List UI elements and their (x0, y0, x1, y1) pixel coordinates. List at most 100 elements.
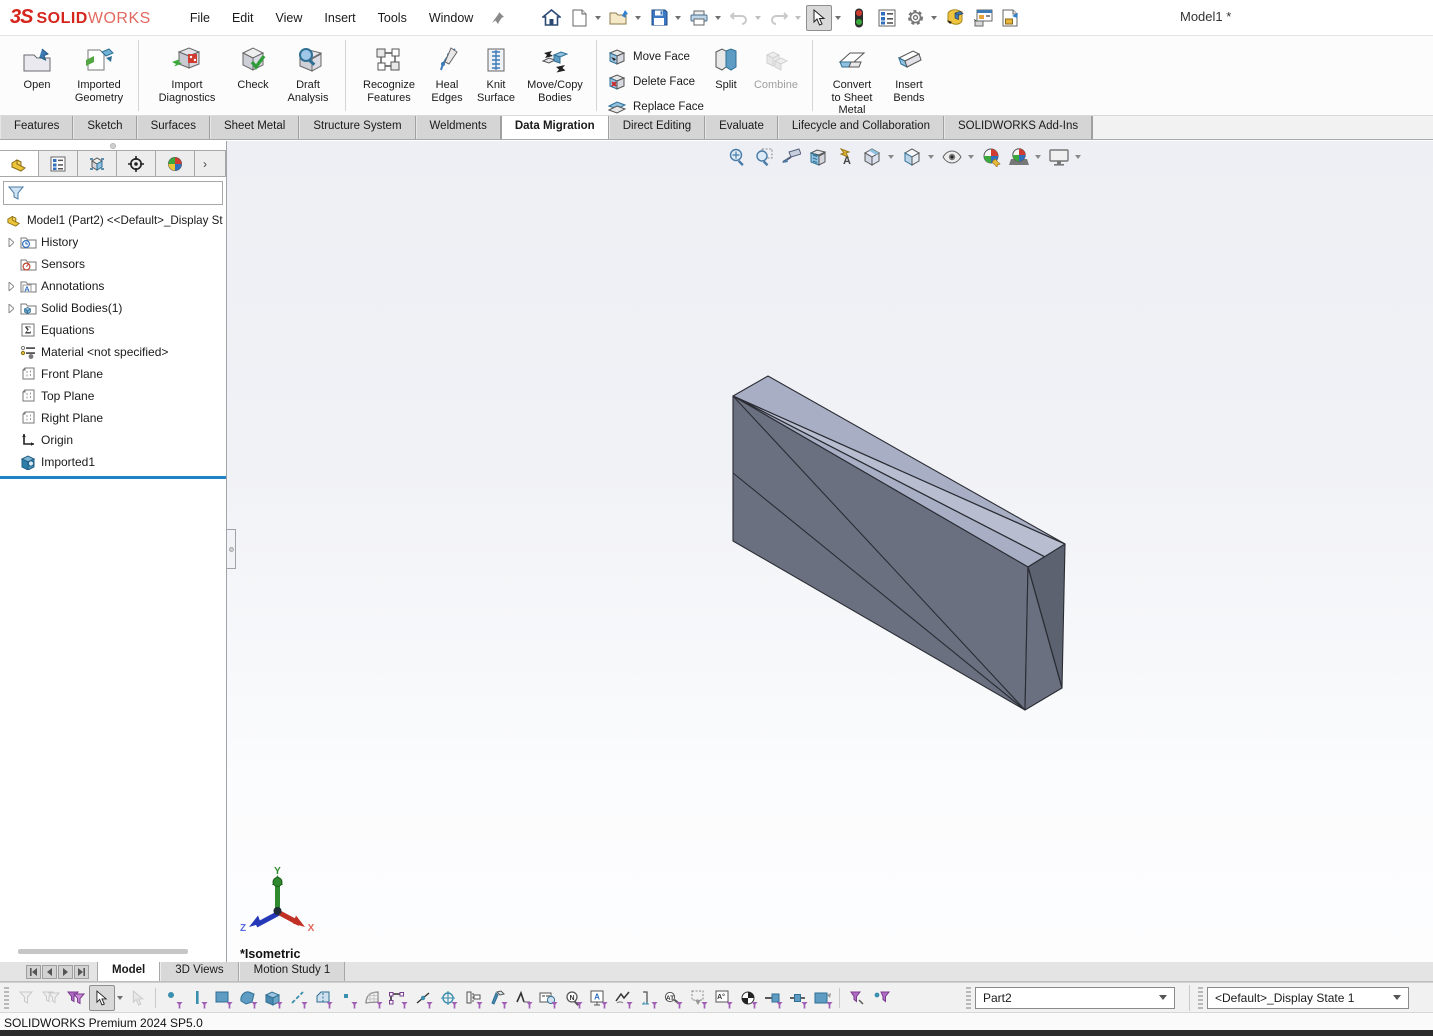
save-caret[interactable] (675, 16, 681, 20)
open-caret[interactable] (635, 16, 641, 20)
next-tab-button[interactable] (58, 965, 73, 979)
menu-edit[interactable]: Edit (221, 7, 265, 29)
first-tab-button[interactable] (26, 965, 41, 979)
filter-dowel-pins-icon[interactable] (810, 986, 835, 1010)
display-style-icon[interactable] (900, 145, 924, 169)
tab-evaluate[interactable]: Evaluate (705, 116, 778, 139)
tab-lifecycle-collaboration[interactable]: Lifecycle and Collaboration (778, 116, 944, 139)
home-icon[interactable] (538, 5, 564, 31)
imported-geometry-button[interactable]: Imported Geometry (68, 40, 130, 104)
rollback-bar[interactable] (0, 476, 226, 479)
publish-document-icon[interactable] (998, 5, 1024, 31)
dimxpertmanager-tab[interactable] (156, 151, 195, 176)
move-copy-bodies-button[interactable]: Move/Copy Bodies (522, 40, 588, 104)
hide-show-caret[interactable] (968, 155, 974, 159)
expand-arrow-icon[interactable] (4, 282, 18, 291)
print-icon[interactable] (686, 5, 712, 31)
filter-consumed-icon[interactable] (869, 986, 894, 1010)
panel-horizontal-scrollbar[interactable] (0, 947, 226, 956)
menu-tools[interactable]: Tools (367, 7, 418, 29)
tree-item-imported1[interactable]: Imported1 (0, 451, 226, 473)
apply-scene-caret[interactable] (1035, 155, 1041, 159)
tree-item-top-plane[interactable]: Top Plane (0, 385, 226, 407)
panel-splitter-handle[interactable] (0, 141, 226, 150)
hide-show-items-icon[interactable] (940, 145, 964, 169)
menu-file[interactable]: File (179, 7, 221, 29)
select-cursor-caret[interactable] (835, 16, 841, 20)
section-view-icon[interactable] (806, 145, 830, 169)
snapshot-3d-icon[interactable] (942, 5, 968, 31)
view-settings-caret[interactable] (1075, 155, 1081, 159)
tree-item-history[interactable]: History (0, 231, 226, 253)
last-tab-button[interactable] (74, 965, 89, 979)
import-diagnostics-button[interactable]: Import Diagnostics (147, 40, 227, 104)
tab-data-migration[interactable]: Data Migration (501, 116, 609, 139)
filter-hide-all-types-icon[interactable] (844, 986, 869, 1010)
filter-toggle-icon[interactable] (63, 986, 88, 1010)
apply-scene-icon[interactable] (1007, 145, 1031, 169)
filter-solid-bodies-icon[interactable] (260, 986, 285, 1010)
knit-surface-button[interactable]: Knit Surface (470, 40, 522, 104)
menu-insert[interactable]: Insert (313, 7, 366, 29)
menu-window[interactable]: Window (418, 7, 484, 29)
recognize-features-button[interactable]: Recognize Features (354, 40, 424, 104)
display-state-dropdown[interactable]: <Default>_Display State 1 (1207, 987, 1409, 1009)
open-folder-icon[interactable] (606, 5, 632, 31)
rebuild-traffic-light-icon[interactable] (846, 5, 872, 31)
propertymanager-tab[interactable] (39, 151, 78, 176)
filter-clear-icon[interactable] (13, 986, 38, 1010)
filter-edges-icon[interactable] (185, 986, 210, 1010)
pack-and-go-icon[interactable] (970, 5, 996, 31)
menu-view[interactable]: View (265, 7, 314, 29)
filter-hatch-icon[interactable] (685, 986, 710, 1010)
filter-routing-points-icon[interactable] (785, 986, 810, 1010)
filter-midpoints-icon[interactable] (410, 986, 435, 1010)
tab-solidworks-addins[interactable]: SOLIDWORKS Add-Ins (944, 116, 1092, 139)
print-caret[interactable] (715, 16, 721, 20)
tree-item-origin[interactable]: Origin (0, 429, 226, 451)
combo-grip-2[interactable] (1198, 987, 1203, 1009)
filter-sketch-segments-icon[interactable] (385, 986, 410, 1010)
delete-face-button[interactable]: Delete Face (605, 69, 704, 94)
lasso-select-icon[interactable] (126, 986, 151, 1010)
filter-multiple-icon[interactable] (38, 986, 63, 1010)
model-3d-body[interactable] (697, 353, 1077, 723)
tab-weldments[interactable]: Weldments (416, 116, 501, 139)
filter-blocks-icon[interactable] (735, 986, 760, 1010)
pin-menu-icon[interactable] (490, 10, 510, 26)
filter-sketch-grid-icon[interactable] (360, 986, 385, 1010)
tree-root[interactable]: Model1 (Part2) <<Default>_Display St (0, 209, 226, 231)
filter-notes-icon[interactable] (485, 986, 510, 1010)
filter-surface-bodies-icon[interactable] (235, 986, 260, 1010)
convert-to-sheet-metal-button[interactable]: Convert to Sheet Metal (821, 40, 883, 117)
tree-item-material[interactable]: Material <not specified> (0, 341, 226, 363)
draft-analysis-button[interactable]: Draft Analysis (279, 40, 337, 104)
filter-center-marks-icon[interactable] (435, 986, 460, 1010)
save-icon[interactable] (646, 5, 672, 31)
filter-balloons-icon[interactable]: A° (710, 986, 735, 1010)
insert-bends-button[interactable]: Insert Bends (883, 40, 935, 104)
open-button[interactable]: Open (6, 40, 68, 92)
tree-item-equations[interactable]: Σ Equations (0, 319, 226, 341)
filter-surface-finish-icon[interactable] (510, 986, 535, 1010)
filter-geometric-tolerances-icon[interactable]: AT (660, 986, 685, 1010)
graphics-viewport[interactable]: A (227, 141, 1433, 962)
tree-item-right-plane[interactable]: Right Plane (0, 407, 226, 429)
tab-motion-study-1[interactable]: Motion Study 1 (239, 962, 346, 981)
filter-welds-icon[interactable] (610, 986, 635, 1010)
filter-datums-icon[interactable] (635, 986, 660, 1010)
select-cursor-toolbar-caret[interactable] (117, 996, 123, 1000)
dynamic-annotation-views-icon[interactable]: A (833, 145, 857, 169)
configuration-manager-tab[interactable] (117, 151, 156, 176)
filter-planes-icon[interactable] (310, 986, 335, 1010)
display-style-caret[interactable] (928, 155, 934, 159)
tree-filter-box[interactable] (3, 181, 223, 205)
filter-sketch-points-icon[interactable] (335, 986, 360, 1010)
tab-sheet-metal[interactable]: Sheet Metal (210, 116, 299, 139)
tree-item-front-plane[interactable]: Front Plane (0, 363, 226, 385)
filter-dim-standard-icon[interactable] (535, 986, 560, 1010)
split-button[interactable]: Split (704, 40, 748, 92)
edit-appearance-icon[interactable] (980, 145, 1004, 169)
tab-3d-views[interactable]: 3D Views (160, 962, 238, 981)
featuremanager-tree-tab[interactable] (0, 151, 39, 176)
